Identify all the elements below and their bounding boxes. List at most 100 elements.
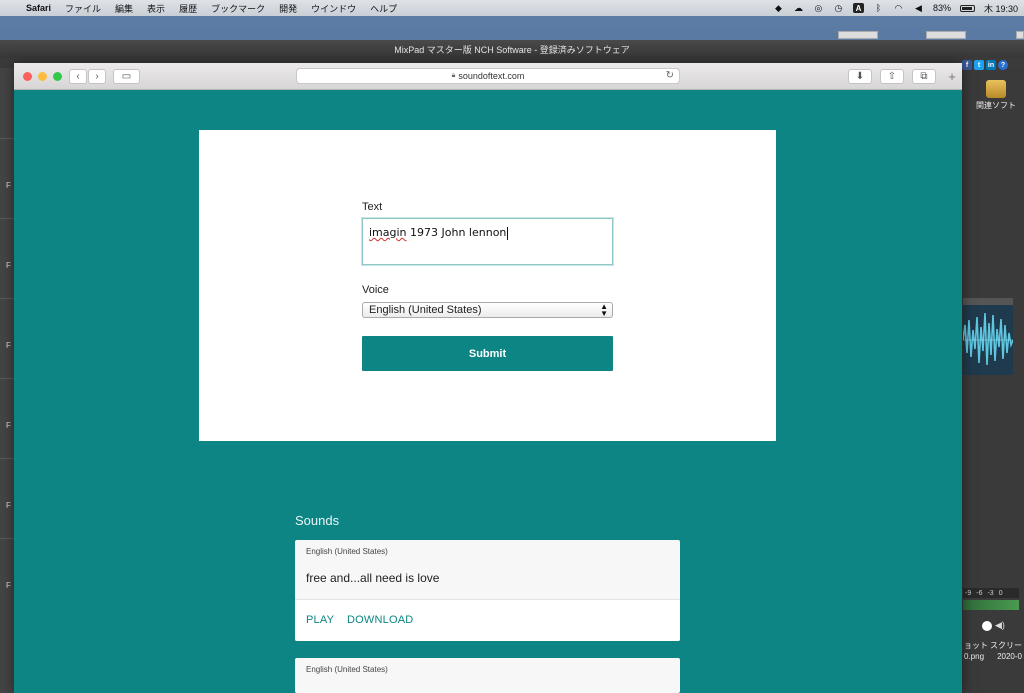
level-meter-scale: -9 -6 -3 0 [963,588,1019,598]
download-button[interactable]: DOWNLOAD [347,614,413,626]
voice-label: Voice [362,284,389,296]
sounds-heading: Sounds [295,513,340,528]
track-header [963,298,1013,305]
input-method-icon[interactable]: A [852,3,864,13]
volume-slider[interactable]: ◀) [982,620,1005,631]
lock-icon: 🔒︎ [451,72,456,79]
sound-card: English (United States) free and...all n… [295,540,680,641]
file-label[interactable]: スクリー [990,640,1022,651]
meter-tick: 0 [998,589,1003,597]
address-bar[interactable]: 🔒︎ soundoftext.com ↻ [296,68,680,84]
track-letter: F [6,421,11,430]
menu-bar: Safari ファイル 編集 表示 履歴 ブックマーク 開発 ウインドウ ヘルプ… [0,0,1024,16]
forward-button[interactable]: › [88,69,106,84]
window-thumbnail[interactable] [926,31,966,39]
sound-voice: English (United States) [306,665,388,674]
track-divider [0,378,14,379]
minimize-window-button[interactable] [38,72,47,81]
help-icon[interactable]: ? [998,60,1008,70]
volume-icon[interactable]: ◀ [913,3,924,13]
menu-help[interactable]: ヘルプ [370,2,397,15]
desktop-files: ョット スクリー 0.png 2020-0 [962,640,1024,662]
cloud-icon[interactable]: ☁ [793,3,804,13]
track-letter: F [6,181,11,190]
meter-tick: -3 [987,589,994,597]
reload-icon[interactable]: ↻ [666,70,674,81]
submit-button[interactable]: Submit [362,336,613,371]
text-input[interactable]: imagin 1973 John lennon [362,218,613,265]
menu-file[interactable]: ファイル [65,2,101,15]
chevron-right-icon: › [95,71,99,82]
share-button[interactable]: ⇧ [880,69,904,84]
menu-view[interactable]: 表示 [147,2,165,15]
linkedin-icon[interactable]: in [986,60,996,70]
downloads-button[interactable]: ⬇ [848,69,872,84]
sound-voice: English (United States) [306,547,388,556]
url-text: soundoftext.com [458,71,525,81]
play-button[interactable]: PLAY [306,614,334,626]
back-button[interactable]: ‹ [69,69,87,84]
audio-waveform[interactable] [963,305,1013,375]
volume-knob[interactable] [982,620,992,631]
track-divider [0,138,14,139]
twitter-icon[interactable]: t [974,60,984,70]
creative-cloud-icon[interactable]: ◎ [813,3,824,13]
menu-bookmarks[interactable]: ブックマーク [211,2,265,15]
window-thumbnail[interactable] [1016,31,1024,39]
battery-percent: 83% [932,3,951,13]
text-input-value: 1973 John lennon [406,226,507,239]
status-area: ◆ ☁ ◎ ◷ A ᛒ ◠ ◀ 83% 木 19:30 [773,0,1018,16]
clock[interactable]: 木 19:30 [984,2,1018,15]
tabs-icon: ⧉ [920,71,928,82]
select-arrows-icon: ▲ ▼ [600,302,608,318]
menu-safari[interactable]: Safari [26,3,51,13]
close-window-button[interactable] [23,72,32,81]
misspelled-word: imagin [369,226,407,239]
download-icon: ⬇ [855,71,865,82]
voice-selected-value: English (United States) [369,304,482,316]
new-tab-button[interactable]: + [944,69,960,84]
menu-history[interactable]: 履歴 [179,2,197,15]
chevron-left-icon: ‹ [76,71,80,82]
tabs-overview-button[interactable]: ⧉ [912,69,936,84]
track-letter: F [6,341,11,350]
related-software-icon [986,80,1006,98]
safari-window: ‹ › ▭ 🔒︎ soundoftext.com ↻ ⬇ ⇧ ⧉ + Text … [14,63,962,693]
related-software-label: 関連ソフト [976,101,1016,110]
voice-select[interactable]: English (United States) ▲ ▼ [362,302,613,318]
file-label[interactable]: ョット [964,640,988,651]
text-label: Text [362,201,383,213]
related-software-button[interactable]: 関連ソフト [970,80,1022,111]
speaker-icon: ◀) [995,620,1005,630]
menu-develop[interactable]: 開発 [279,2,297,15]
dropbox-icon[interactable]: ◆ [773,3,784,13]
facebook-icon[interactable]: f [962,60,972,70]
file-label[interactable]: 2020-0 [997,651,1022,662]
file-label[interactable]: 0.png [964,651,984,662]
form-card: Text imagin 1973 John lennon Voice Engli… [199,130,776,441]
mixpad-track-list: F F F F F F [0,68,14,693]
window-thumbnail[interactable] [838,31,878,39]
track-letter: F [6,261,11,270]
meter-tick: -9 [965,589,972,597]
battery-icon[interactable] [959,4,975,12]
track-divider [0,538,14,539]
sound-text: free and...all need is love [306,571,440,585]
wifi-icon[interactable]: ◠ [893,3,904,13]
sidebar-button[interactable]: ▭ [113,69,140,84]
mixpad-title: MixPad マスター版 NCH Software - 登録済みソフトウェア [0,40,1024,58]
track-letter: F [6,581,11,590]
time-machine-icon[interactable]: ◷ [833,3,844,13]
menu-edit[interactable]: 編集 [115,2,133,15]
track-divider [0,298,14,299]
plus-icon: + [948,69,956,84]
zoom-window-button[interactable] [53,72,62,81]
sound-card: English (United States) [295,658,680,693]
sound-actions: PLAY DOWNLOAD [295,599,680,641]
track-divider [0,218,14,219]
share-icon: ⇧ [887,71,897,82]
text-caret [507,226,509,240]
safari-toolbar: ‹ › ▭ 🔒︎ soundoftext.com ↻ ⬇ ⇧ ⧉ + [14,63,962,90]
bluetooth-icon[interactable]: ᛒ [873,3,884,13]
menu-window[interactable]: ウインドウ [311,2,356,15]
